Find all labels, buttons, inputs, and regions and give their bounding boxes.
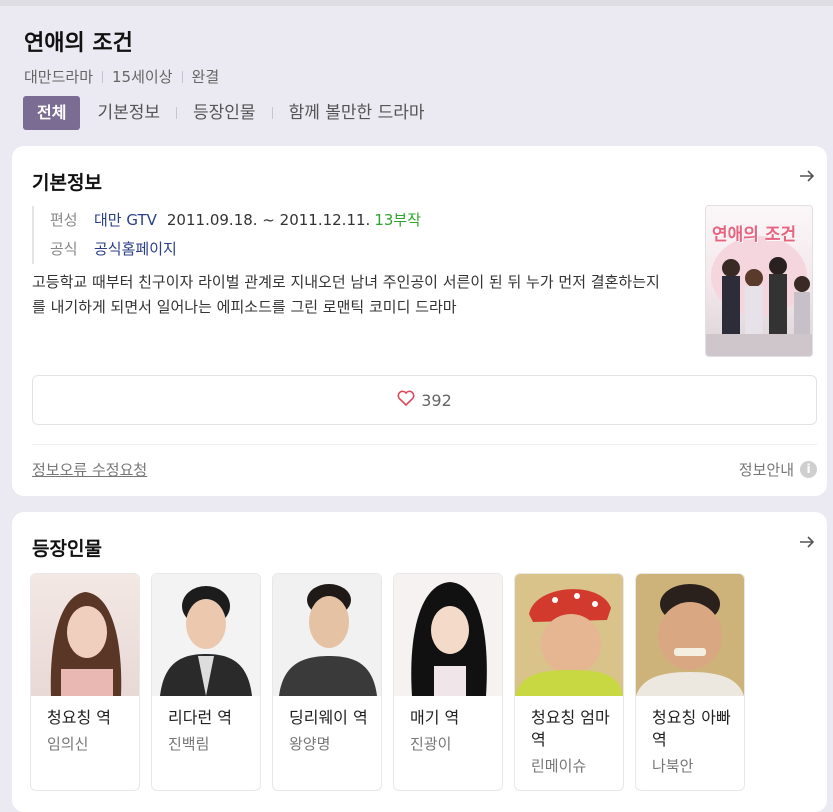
arrow-right-icon[interactable] — [797, 166, 817, 191]
actor-photo — [636, 574, 744, 696]
cast-title: 등장인물 — [32, 538, 102, 560]
actor-photo — [394, 574, 502, 696]
actor-name: 진백림 — [168, 735, 210, 753]
cast-member[interactable]: 청요칭 역 임의신 — [30, 573, 140, 791]
meta-divider — [181, 70, 183, 83]
member-info: 매기 역 진광이 — [410, 707, 492, 755]
cast-member[interactable]: 딩리웨이 역 왕양명 — [272, 573, 382, 791]
member-info: 청요칭 엄마 역 린메이슈 — [531, 707, 613, 777]
actor-name: 린메이슈 — [531, 757, 587, 775]
role-name: 딩리웨이 역 — [289, 708, 368, 727]
tab-divider — [176, 107, 178, 119]
actor-photo — [515, 574, 623, 696]
cast-member[interactable]: 매기 역 진광이 — [393, 573, 503, 791]
report-error-link[interactable]: 정보오류 수정요청 — [32, 459, 147, 480]
role-name: 매기 역 — [410, 708, 460, 727]
like-count: 392 — [421, 390, 452, 410]
info-rows: 편성 대만 GTV 2011.09.18. ~ 2011.12.11. 13부작… — [32, 206, 421, 264]
basic-info-title: 기본정보 — [32, 172, 102, 194]
broadcast-label: 편성 — [50, 211, 78, 229]
basic-info-card: 기본정보 편성 대만 GTV 2011.09.18. ~ 2011.12.11.… — [12, 146, 827, 496]
meta-rating: 15세이상 — [112, 68, 173, 86]
cast-list: 청요칭 역 임의신 리다런 역 진백림 딩리웨이 역 왕양명 매기 역 진광이 … — [30, 573, 756, 791]
official-label: 공식 — [50, 240, 78, 258]
actor-name: 임의신 — [47, 735, 89, 753]
member-info: 리다런 역 진백림 — [168, 707, 250, 755]
actor-photo — [152, 574, 260, 696]
tab-all[interactable]: 전체 — [23, 96, 81, 130]
role-name: 리다런 역 — [168, 708, 232, 727]
cast-member[interactable]: 청요칭 엄마 역 린메이슈 — [514, 573, 624, 791]
official-row: 공식 공식홈페이지 — [50, 235, 421, 264]
tab-basic-info[interactable]: 기본정보 — [97, 96, 160, 130]
member-info: 청요칭 아빠 역 나북안 — [652, 707, 734, 777]
drama-header: 연애의 조건 대만드라마 15세이상 완결 — [24, 28, 833, 87]
tab-recommended-dramas[interactable]: 함께 볼만한 드라마 — [289, 96, 425, 130]
cast-card: 등장인물 청요칭 역 임의신 리다런 역 진백림 딩리웨이 역 왕양명 매기 역… — [12, 512, 827, 812]
meta-genre: 대만드라마 — [24, 68, 94, 86]
tab-divider — [271, 107, 273, 119]
meta-status: 완결 — [191, 68, 220, 86]
synopsis: 고등학교 때부터 친구이자 라이벌 관계로 지내오던 남녀 주인공이 서른이 된… — [32, 273, 660, 316]
cast-member[interactable]: 청요칭 아빠 역 나북안 — [635, 573, 745, 791]
role-name: 청요칭 아빠 역 — [652, 708, 731, 749]
info-guide-label: 정보안내 — [738, 461, 794, 479]
like-button[interactable]: 392 — [32, 375, 817, 425]
arrow-right-icon[interactable] — [797, 532, 817, 557]
actor-name: 왕양명 — [289, 735, 331, 753]
poster-title: 연애의 조건 — [712, 225, 797, 245]
drama-poster[interactable]: 연애의 조건 — [705, 205, 813, 357]
official-homepage-link[interactable]: 공식홈페이지 — [94, 235, 177, 264]
top-border — [0, 0, 833, 6]
info-icon: i — [800, 461, 817, 478]
broadcast-dates: 2011.09.18. ~ 2011.12.11. — [166, 211, 371, 229]
divider — [32, 444, 817, 445]
tab-bar: 전체 기본정보 등장인물 함께 볼만한 드라마 — [23, 96, 425, 130]
cast-member[interactable]: 리다런 역 진백림 — [151, 573, 261, 791]
actor-photo — [31, 574, 139, 696]
page-title: 연애의 조건 — [24, 31, 133, 56]
actor-name: 나북안 — [652, 757, 694, 775]
role-name: 청요칭 엄마 역 — [531, 708, 610, 749]
heart-icon — [397, 390, 415, 411]
actor-name: 진광이 — [410, 735, 452, 753]
actor-photo — [273, 574, 381, 696]
role-name: 청요칭 역 — [47, 708, 111, 727]
member-info: 딩리웨이 역 왕양명 — [289, 707, 371, 755]
meta-divider — [102, 70, 104, 83]
episode-count: 13부작 — [374, 211, 421, 229]
channel-link[interactable]: 대만 GTV — [94, 206, 157, 235]
info-guide-button[interactable]: 정보안내 i — [739, 459, 817, 480]
member-info: 청요칭 역 임의신 — [47, 707, 129, 755]
tab-characters[interactable]: 등장인물 — [193, 96, 256, 130]
broadcast-row: 편성 대만 GTV 2011.09.18. ~ 2011.12.11. 13부작 — [50, 206, 421, 235]
drama-meta: 대만드라마 15세이상 완결 — [24, 66, 833, 87]
